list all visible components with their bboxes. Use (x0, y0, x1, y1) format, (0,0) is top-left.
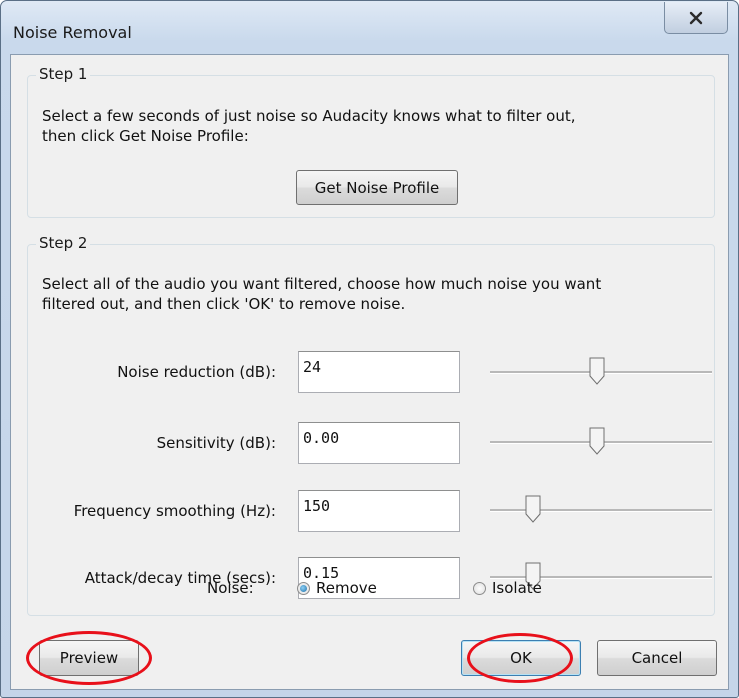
remove-radio-label: Remove (316, 579, 377, 597)
step1-group: Step 1 Select a few seconds of just nois… (27, 65, 715, 218)
sensitivity-label: Sensitivity (dB): (156, 434, 276, 452)
sensitivity-input[interactable]: 0.00 (298, 422, 460, 464)
sensitivity-slider[interactable] (490, 427, 712, 457)
noise-label: Noise: (207, 579, 254, 597)
step1-line1: Select a few seconds of just noise so Au… (42, 107, 576, 125)
noise-reduction-label: Noise reduction (dB): (117, 363, 276, 381)
step1-legend: Step 1 (36, 65, 91, 83)
step2-description: Select all of the audio you want filtere… (42, 274, 601, 314)
remove-radio-button[interactable] (297, 581, 310, 595)
ok-button[interactable]: OK (461, 640, 581, 676)
step2-line2: filtered out, and then click 'OK' to rem… (42, 295, 406, 313)
frequency-smoothing-label: Frequency smoothing (Hz): (73, 502, 276, 520)
remove-radio[interactable]: Remove (297, 579, 377, 597)
close-icon (689, 11, 703, 24)
step2-line1: Select all of the audio you want filtere… (42, 275, 602, 293)
get-noise-profile-button[interactable]: Get Noise Profile (296, 170, 458, 205)
slider-thumb-icon[interactable] (525, 495, 541, 523)
slider-track (490, 509, 712, 512)
step1-line2: then click Get Noise Profile: (42, 127, 249, 145)
slider-thumb-icon[interactable] (589, 427, 605, 455)
frequency-smoothing-slider[interactable] (490, 495, 712, 525)
step1-description: Select a few seconds of just noise so Au… (42, 106, 576, 146)
slider-thumb-icon[interactable] (589, 357, 605, 385)
cancel-button[interactable]: Cancel (597, 640, 717, 676)
isolate-radio-label: Isolate (492, 579, 542, 597)
window-title: Noise Removal (13, 23, 132, 42)
noise-reduction-slider[interactable] (490, 357, 712, 387)
title-bar: Noise Removal (1, 1, 738, 55)
dialog-client-area: Step 1 Select a few seconds of just nois… (10, 54, 729, 690)
close-button[interactable] (664, 2, 728, 34)
step2-legend: Step 2 (36, 234, 91, 252)
isolate-radio-button[interactable] (473, 581, 486, 595)
step2-group: Step 2 Select all of the audio you want … (27, 234, 715, 616)
noise-reduction-input[interactable]: 24 (298, 351, 460, 393)
noise-mode-row: Noise: Remove Isolate (11, 579, 730, 603)
noise-removal-dialog: Noise Removal Step 1 Select a few second… (0, 0, 739, 698)
isolate-radio[interactable]: Isolate (473, 579, 542, 597)
preview-button[interactable]: Preview (39, 640, 139, 676)
frequency-smoothing-input[interactable]: 150 (298, 490, 460, 532)
